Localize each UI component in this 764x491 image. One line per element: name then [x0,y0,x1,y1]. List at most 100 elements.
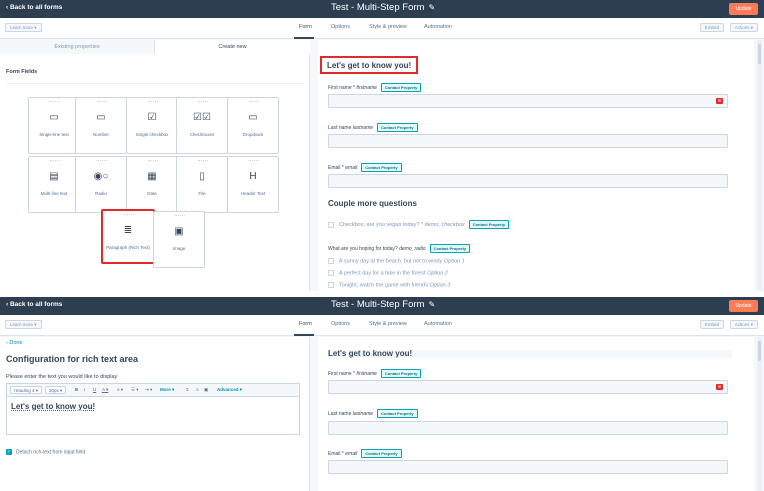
section-heading[interactable]: Couple more questions [328,199,417,208]
tab-form[interactable]: Form [299,24,312,30]
actions-dropdown[interactable]: Actions ▾ [729,320,758,329]
last-name-text: Last name [328,125,352,131]
emoji-icon[interactable]: ☺ [195,387,200,392]
drag-handle[interactable] [50,160,60,162]
option-row[interactable]: A sunny day at the beach, but not to win… [328,258,465,264]
tab-style-preview[interactable]: Style & preview [369,24,407,30]
sigma-icon[interactable]: Σ [186,387,189,392]
vegan-checkbox-row[interactable]: Checkbox, are you vegan today? * demo_ch… [328,220,510,229]
advanced-dropdown[interactable]: Advanced ▾ [217,387,242,393]
field-card-label: Number [92,132,109,137]
actions-dropdown[interactable]: Actions ▾ [729,23,758,32]
drag-handle[interactable] [175,215,185,217]
rich-text-content[interactable]: Let's get to know you! [11,402,95,411]
email-input[interactable] [328,460,728,474]
field-card-single-line-text[interactable]: ▭ Single-line text [28,97,80,154]
detach-checkbox-row[interactable]: ✓ Detach rich-text from input field [6,449,85,455]
option-row[interactable]: Tonight, watch the game with friends Opt… [328,282,450,288]
field-card-checkboxes[interactable]: ☑☑ Checkboxes [176,97,228,154]
image-icon[interactable]: ▣ [204,387,208,393]
learn-more-dropdown[interactable]: Learn more ▾ [5,23,42,32]
checkbox[interactable] [328,258,334,264]
required-marker: * [340,451,344,457]
active-tab-underline [294,334,314,336]
learn-more-dropdown[interactable]: Learn more ▾ [5,320,42,329]
check-icon[interactable]: ✓ [6,449,12,455]
drag-handle[interactable] [148,101,158,103]
field-card-radio[interactable]: ◉○ Radio [75,156,127,213]
field-card-label: Checkboxes [189,132,215,137]
text-color-button[interactable]: A ▾ [102,387,108,393]
drag-handle[interactable] [249,101,259,103]
more-dropdown[interactable]: More ▾ [160,387,174,393]
embed-button[interactable]: Embed [699,23,724,32]
first-name-label: First name * firstname Contact Property [328,83,422,92]
contact-property-badge: Contact Property [468,220,510,229]
top-navigation-bar: ‹ Back to all forms Test - Multi-Step Fo… [0,0,764,18]
subtab-existing-properties[interactable]: Existing properties [0,40,155,54]
field-card-number[interactable]: ▭ Number [75,97,127,154]
scrollbar-thumb[interactable] [758,44,761,64]
rich-text-config-sidebar: ‹ Done Configuration for rich text area … [0,337,310,491]
field-card-paragraph-rich-text[interactable]: ≣ Paragraph (Rich Text) [101,209,155,264]
update-button[interactable]: Update [729,300,758,312]
pencil-icon[interactable]: ✎ [428,300,435,309]
paragraph-icon: ≣ [123,225,133,236]
option-text: A sunny day at the beach, but not to win… [339,258,443,265]
field-card-single-checkbox[interactable]: ☑ Single checkbox [126,97,178,154]
tab-options[interactable]: Options [331,321,350,327]
option-row[interactable]: A perfect day for a hike in the forest O… [328,270,448,276]
done-link[interactable]: ‹ Done [6,340,23,346]
field-card-header-text[interactable]: H Header Text [227,156,279,213]
embed-button[interactable]: Embed [699,320,724,329]
checkbox[interactable] [328,270,334,276]
subtab-create-new[interactable]: Create new [155,40,310,54]
pencil-icon[interactable]: ✎ [428,3,435,12]
back-to-all-forms-link[interactable]: ‹ Back to all forms [6,4,62,11]
drag-handle[interactable] [97,160,107,162]
list-icon[interactable]: ☰ ▾ [131,387,139,393]
drag-handle[interactable] [249,160,259,162]
back-to-all-forms-link[interactable]: ‹ Back to all forms [6,301,62,308]
advanced-label: Advanced [217,387,239,392]
preview-scrollbar[interactable] [757,40,762,291]
drag-handle[interactable] [50,101,60,103]
heading-style-dropdown[interactable]: Heading 4 ▾ [10,386,43,394]
bold-button[interactable]: B [75,387,78,392]
first-name-input[interactable]: ✉ [328,94,728,108]
indent-icon[interactable]: ⇥ ▾ [145,387,152,393]
field-card-file[interactable]: ▯ File [176,156,228,213]
first-name-input[interactable]: ✉ [328,380,728,394]
tab-options[interactable]: Options [331,24,350,30]
last-name-input[interactable] [328,134,728,148]
underline-button[interactable]: U [93,387,96,392]
drag-handle[interactable] [124,214,134,216]
update-button[interactable]: Update [729,3,758,15]
italic-button[interactable]: I [84,387,85,392]
checkbox[interactable] [328,282,334,288]
field-card-image[interactable]: ▣ Image [153,211,205,268]
scrollbar-thumb[interactable] [758,341,761,361]
preview-heading[interactable]: Let's get to know you! [328,349,412,358]
email-text: Email [328,165,341,171]
heading-style-label: Heading 4 [14,388,35,393]
drag-handle[interactable] [198,160,208,162]
checkbox[interactable] [328,221,334,228]
preview-scrollbar[interactable] [757,337,762,491]
rich-text-editor[interactable]: Heading 4 ▾ 20px ▾ B I U A ▾ ≡ ▾ ☰ ▾ ⇥ ▾… [6,383,300,435]
field-card-date[interactable]: ▦ Date [126,156,178,213]
tab-form[interactable]: Form [299,321,312,327]
field-card-dropdown[interactable]: ▭ Dropdown [227,97,279,154]
drag-handle[interactable] [148,160,158,162]
email-input[interactable] [328,174,728,188]
drag-handle[interactable] [198,101,208,103]
tab-automation[interactable]: Automation [424,321,452,327]
last-name-input[interactable] [328,421,728,435]
preview-heading[interactable]: Let's get to know you! [327,61,411,70]
drag-handle[interactable] [97,101,107,103]
tab-style-preview[interactable]: Style & preview [369,321,407,327]
field-card-multi-line-text[interactable]: ▤ Multi-line text [28,156,80,213]
tab-automation[interactable]: Automation [424,24,452,30]
align-icon[interactable]: ≡ ▾ [117,387,123,393]
font-size-dropdown[interactable]: 20px ▾ [45,386,67,394]
